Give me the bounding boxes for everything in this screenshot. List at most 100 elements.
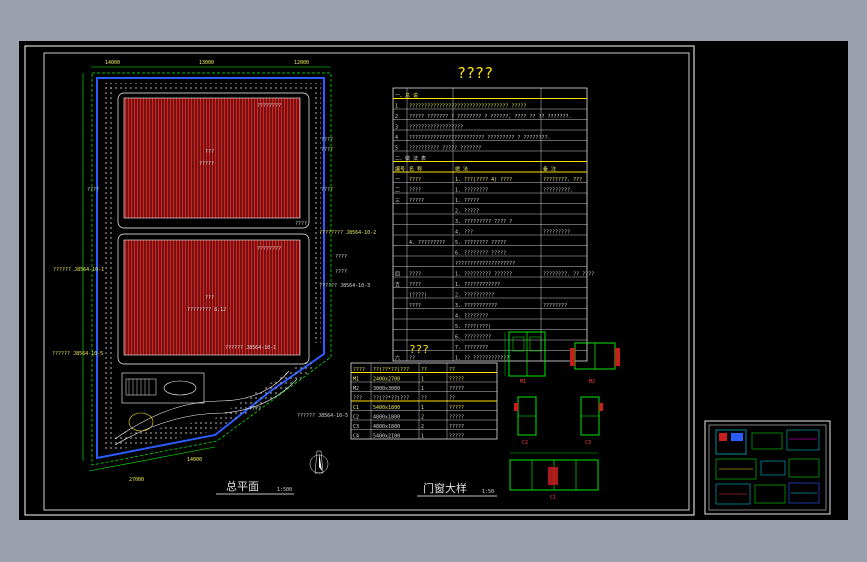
planting-strip-left	[103, 83, 112, 451]
door-table-row-5-cell-3: ?????	[449, 414, 464, 420]
door-detail-m2: M2	[570, 342, 620, 385]
spec-table-row-12-cell-2: 3. ????????? ???? ?	[455, 219, 512, 225]
top-dim-3: 12000	[294, 60, 309, 66]
spec-table-row-15-cell-2: 6. ???????? ?????	[455, 250, 506, 256]
ref-label-3: ????	[87, 187, 99, 193]
ref-label-14: ?????? J8564-10-5	[52, 351, 103, 357]
fountain	[163, 380, 197, 396]
spec-table-row-2-cell-1: ????? ??????? ? ???????? ? ??????, ???? …	[409, 114, 572, 120]
top-dim-2: 13000	[199, 60, 214, 66]
spec-table-row-7-cell-3: 备 注	[543, 165, 556, 172]
door-table-row-4-cell-0: C1	[353, 405, 359, 411]
spec-table-row-19-cell-2: 2. ??????????	[455, 292, 494, 298]
building-2-label: ???	[205, 295, 214, 301]
spec-table-row-10-cell-1: ?????	[409, 198, 424, 204]
spec-table-row-9-cell-3: ?????????.	[543, 187, 573, 193]
door-detail-m2-label: M2	[589, 379, 595, 385]
spec-table-row-25-cell-0: 六	[395, 354, 400, 361]
north-arrow	[309, 450, 329, 474]
spec-table-row-17-cell-2: 1. ????????? ??????	[455, 271, 512, 277]
landscape-feature	[128, 412, 154, 432]
ref-label-8: ?????? J8564-10-3	[319, 283, 370, 289]
door-table-row-5-cell-2: 2	[421, 414, 424, 420]
spec-table-row-13-cell-3: ?????????	[543, 229, 570, 235]
door-table-row-5-cell-1: 4800x1800	[373, 414, 400, 420]
building-1-label: ???	[205, 149, 214, 155]
door-table-row-0-cell-0: ????	[353, 367, 365, 373]
ref-label-13: ?????? J8564-10-1	[225, 345, 276, 351]
door-table-row-7-cell-3: ?????	[449, 433, 464, 439]
building-2-tag: ????????	[257, 246, 281, 252]
spec-table-row-6-cell-0: 二、做 法 表	[395, 155, 426, 162]
bottom-dim-2: 14000	[187, 457, 202, 463]
door-table-row-3-cell-2: ??	[421, 395, 427, 401]
ref-label-12: ?????? J8564-10-5	[297, 413, 348, 419]
spec-table-row-4-cell-0: 4	[395, 135, 398, 141]
cad-application: ??? ????? ???????? ??? ???????? 8.12 ???…	[0, 0, 867, 562]
door-table-row-1-cell-2: 1	[421, 376, 424, 382]
door-table-row-7-cell-2: 1	[421, 433, 424, 439]
building-1-roof[interactable]	[123, 97, 301, 219]
door-table-row-2-cell-0: M2	[353, 386, 359, 392]
spec-table-row-23-cell-2: 6. ?????????	[455, 334, 491, 340]
ref-label-7: ????	[335, 269, 347, 275]
planting-strip-right	[312, 83, 321, 343]
window-detail-c2-label: C2	[522, 440, 528, 446]
spec-table-row-17-cell-3: ????????. ?? ????	[543, 271, 594, 277]
door-table-row-4-cell-1: 5400x1800	[373, 405, 400, 411]
specification-table: 一、总 说1????????????????????????????????? …	[392, 87, 594, 361]
door-table-row-5-cell-0: C2	[353, 414, 359, 420]
door-table-row-6-cell-1: 4800x1800	[373, 424, 400, 430]
spec-table-row-14-cell-1: 4. ?????????	[409, 240, 445, 246]
sheet-thumbnail[interactable]	[704, 420, 831, 515]
building-2-sublabel: ???????? 8.12	[187, 307, 226, 313]
door-window-details: M1 M2 C2 C3 C1 门窗大样 1:50	[417, 331, 620, 501]
window-detail-c1-label: C1	[550, 495, 556, 501]
site-plan: ??? ????? ???????? ??? ???????? 8.12 ???…	[52, 60, 376, 495]
spec-table-row-17-cell-0: 四	[395, 271, 400, 277]
site-plan-title: 总平面	[226, 479, 259, 493]
ref-label-9: ?????? J8564-10-1	[53, 267, 104, 273]
spec-table-row-20-cell-3: ????????	[543, 303, 567, 309]
spec-table-row-16-cell-2: ????????????????????	[455, 261, 515, 267]
ref-label-5: ???????? J8564-10-2	[319, 230, 376, 236]
door-table-row-2-cell-2: 1	[421, 386, 424, 392]
spec-table-row-8-cell-2: 1. ???(???? 4) ????	[455, 177, 512, 183]
drawing-viewport[interactable]: ??? ????? ???????? ??? ???????? 8.12 ???…	[19, 41, 848, 520]
door-table-row-3-cell-0: ???	[353, 395, 362, 401]
window-detail-c3: C3	[580, 396, 603, 446]
door-detail-m1-label: M1	[520, 379, 526, 385]
spec-table-row-5-cell-1: ?????????? ????? ???????	[409, 145, 481, 151]
window-detail-c3-label: C3	[585, 440, 591, 446]
spec-table-row-8-cell-1: ????	[409, 177, 421, 183]
door-table-row-2-cell-1: 3000x3000	[373, 386, 400, 392]
door-table-row-2-cell-3: ?????	[449, 386, 464, 392]
spec-table-row-1-cell-1: ????????????????????????????????? ?????	[409, 103, 526, 109]
spec-table-row-7-cell-0: 编号	[395, 165, 405, 172]
cad-drawing-canvas[interactable]: ??? ????? ???????? ??? ???????? 8.12 ???…	[19, 41, 848, 520]
door-table-row-4-cell-2: 1	[421, 405, 424, 411]
spec-table-row-10-cell-0: 三	[395, 198, 400, 204]
building-1-tag: ????????	[257, 103, 281, 109]
spec-table-row-11-cell-2: 2. ?????	[455, 208, 479, 214]
spec-table-row-5-cell-0: 5	[395, 145, 398, 151]
spec-table-row-25-cell-2: 1. ?? ????????????	[455, 355, 509, 361]
ref-label-1: ????	[321, 137, 333, 143]
door-table-row-0-cell-3: ??	[449, 367, 455, 373]
spec-table-row-20-cell-2: 3. ???????????	[455, 303, 497, 309]
spec-table-row-22-cell-2: 5. ????(???)	[455, 324, 491, 330]
spec-table-row-9-cell-0: 二	[395, 187, 400, 193]
spec-table-row-19-cell-1: (????)	[409, 292, 427, 298]
door-table-row-1-cell-0: M1	[353, 376, 359, 382]
planting-strip-top	[103, 83, 315, 91]
spec-table-row-14-cell-2: 5. ???????? ?????	[455, 240, 506, 246]
spec-table-row-18-cell-0: 五	[395, 282, 400, 288]
top-dim-1: 14000	[105, 60, 120, 66]
ref-label-2: ????	[321, 147, 333, 153]
door-table-row-0-cell-2: ??	[421, 367, 427, 373]
spec-table-row-20-cell-1: ????	[409, 303, 421, 309]
door-table-title: ???	[409, 343, 429, 356]
spec-table-row-8-cell-3: ????????. ???	[543, 177, 582, 183]
spec-table-row-18-cell-2: 1. ????????????	[455, 282, 500, 288]
window-detail-c1: C1	[509, 452, 599, 501]
